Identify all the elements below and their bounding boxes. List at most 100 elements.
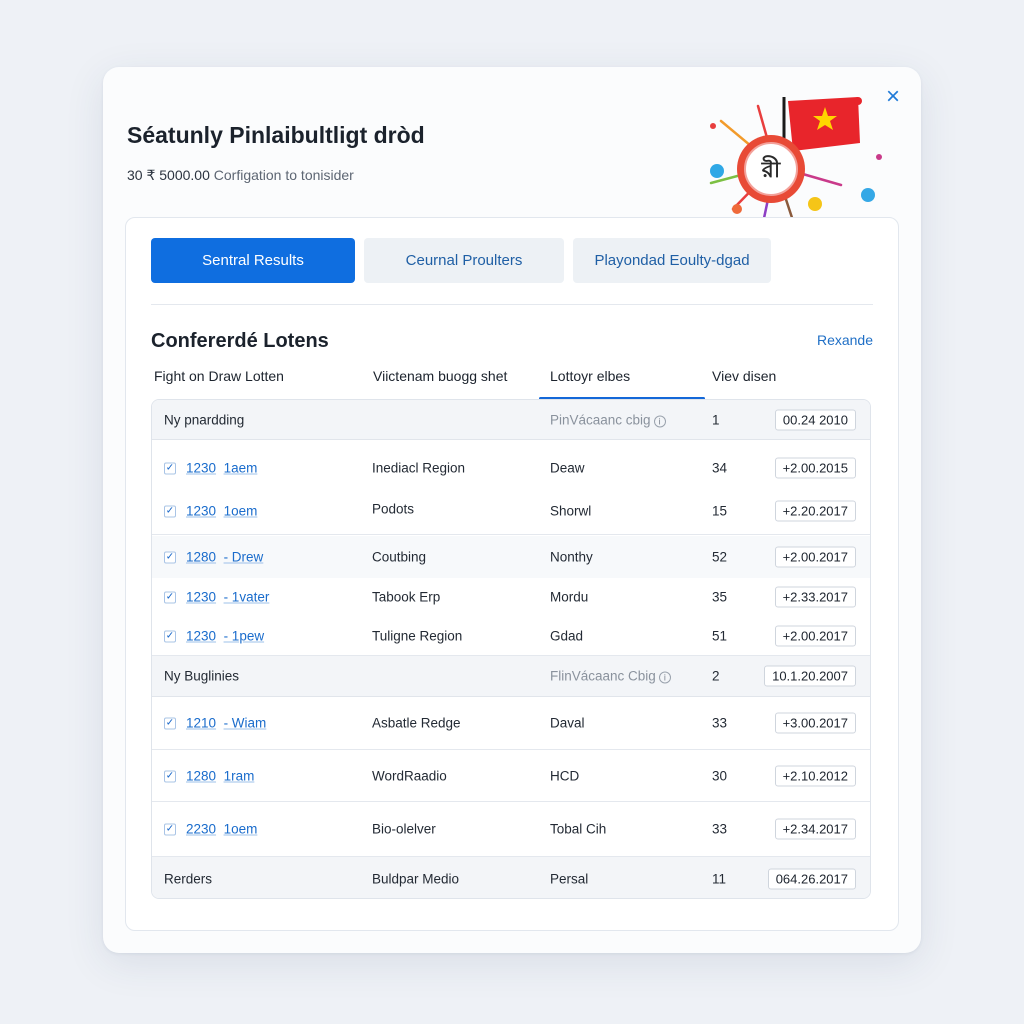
tab-playondad-eoulty[interactable]: Playondad Eoulty-dgad — [573, 238, 771, 283]
column-header[interactable]: Viictenam buogg shet — [373, 368, 507, 384]
row-code-link[interactable]: 1230 — [186, 628, 216, 643]
row-code-link[interactable]: 1230 — [186, 461, 216, 476]
date-field[interactable]: 00.24 2010 — [774, 409, 856, 430]
date-field[interactable]: +3.00.2017 — [774, 712, 856, 734]
row-select: ✓ 1230 - 1vater — [164, 590, 269, 605]
row-name-link[interactable]: - 1pew — [224, 628, 265, 643]
row-type: HCD — [550, 768, 580, 783]
lottery-ball-icon: রী — [737, 135, 805, 203]
date-field[interactable]: +2.33.2017 — [774, 586, 856, 608]
row-type: Nonthy — [550, 549, 593, 565]
tab-ceurnal-proulters[interactable]: Ceurnal Proulters — [364, 238, 564, 283]
date-field[interactable]: 064.26.2017 — [767, 868, 856, 889]
table-row[interactable]: ✓ 2230 1oem Bio-olelver Tobal Cih 33 +2.3… — [152, 802, 870, 857]
table-row[interactable]: ✓ 1230 - 1vater Tabook Erp Mordu 35 +2.33… — [152, 578, 870, 616]
group-status: PinVácaanc cbig i — [550, 412, 666, 427]
column-headers: Fight on Draw Lotten Viictenam buogg she… — [151, 368, 873, 402]
row-region: Bio-olelver — [372, 821, 436, 837]
group-row[interactable]: Ny Buglinies FlinVácaanc Cbig i 2 10.1.20… — [152, 656, 870, 697]
row-code-link[interactable]: 1210 — [186, 716, 216, 731]
dialog-title: Séatunly Pinlaibultligt dròd — [127, 122, 425, 148]
info-icon: i — [658, 671, 671, 684]
row-select: ✓ 2230 1oem — [164, 822, 257, 837]
row-type: Persal — [550, 871, 589, 886]
group-row[interactable]: Ny pnardding PinVácaanc cbig i 1 00.24 20… — [152, 400, 870, 440]
group-name: Ny Buglinies — [164, 668, 240, 684]
row-select: ✓ 1230 1oem — [164, 504, 257, 519]
row-name-link[interactable]: 1oem — [224, 504, 258, 519]
checkbox-checked-icon[interactable]: ✓ — [164, 630, 176, 643]
row-select: ✓ 1280 1ram — [164, 768, 254, 783]
row-count: 33 — [712, 821, 728, 837]
row-region: Buldpar Medio — [372, 871, 460, 886]
group-name: Rerders — [164, 871, 213, 886]
row-region: Inediacl Region — [372, 460, 466, 476]
checkbox-checked-icon[interactable]: ✓ — [164, 591, 176, 604]
table-row[interactable]: ✓ 1280 - Drew Coutbing Nonthy 52 +2.00.20… — [152, 536, 870, 578]
subtitle-text: Corfigation to tonisider — [213, 167, 354, 183]
row-select: ✓ 1210 - Wiam — [164, 716, 266, 731]
row-region: Coutbing — [372, 549, 427, 565]
row-code-link[interactable]: 2230 — [186, 822, 216, 837]
date-field[interactable]: +2.20.2017 — [774, 500, 856, 522]
row-count: 34 — [712, 460, 728, 476]
checkbox-checked-icon[interactable]: ✓ — [164, 717, 176, 730]
row-count: 33 — [712, 715, 728, 731]
tab-sentral-results[interactable]: Sentral Results — [151, 238, 355, 283]
column-header[interactable]: Fight on Draw Lotten — [154, 368, 284, 384]
row-type: Mordu — [550, 589, 589, 605]
row-type: Tobal Cih — [550, 821, 607, 837]
table-row[interactable]: ✓ 1230 1oem Podots Shorwl 15 +2.20.2017 — [152, 488, 870, 535]
ball-label: রী — [761, 155, 781, 183]
checkbox-checked-icon[interactable]: ✓ — [164, 823, 176, 836]
row-count: 2 — [712, 668, 720, 684]
rexande-link[interactable]: Rexande — [817, 332, 873, 348]
date-field[interactable]: +2.00.2017 — [774, 546, 856, 568]
row-name-link[interactable]: - 1vater — [224, 590, 270, 605]
row-name-link[interactable]: 1ram — [224, 768, 255, 783]
row-name-link[interactable]: 1oem — [224, 822, 258, 837]
table-row[interactable]: ✓ 1230 - 1pew Tuligne Region Gdad 51 +2.0… — [152, 616, 870, 656]
row-count: 35 — [712, 589, 728, 605]
row-type: Deaw — [550, 460, 585, 476]
column-header[interactable]: Viev disen — [712, 368, 776, 384]
results-panel: Sentral Results Ceurnal Proulters Playon… — [125, 217, 899, 931]
date-field[interactable]: +2.10.2012 — [774, 765, 856, 786]
row-code-link[interactable]: 1280 — [186, 768, 216, 783]
row-count: 15 — [712, 503, 728, 519]
subtitle-amount: 30 ₹ 5000.00 — [127, 167, 210, 183]
date-field[interactable]: 10.1.20.2007 — [764, 665, 856, 687]
row-region: Tabook Erp — [372, 589, 441, 605]
date-field[interactable]: +2.00.2017 — [774, 625, 856, 646]
row-code-link[interactable]: 1280 — [186, 550, 216, 565]
row-name-link[interactable]: 1aem — [224, 461, 258, 476]
section-title: Confererdé Lotens — [151, 330, 329, 352]
table-row[interactable]: ✓ 1280 1ram WordRaadio HCD 30 +2.10.2012 — [152, 750, 870, 802]
row-name-link[interactable]: - Wiam — [224, 716, 267, 731]
results-table: Ny pnardding PinVácaanc cbig i 1 00.24 20… — [151, 399, 871, 899]
table-row[interactable]: ✓ 1230 1aem Inediacl Region Deaw 34 +2.00… — [152, 448, 870, 488]
row-type: Gdad — [550, 628, 584, 643]
checkbox-checked-icon[interactable]: ✓ — [164, 770, 176, 783]
row-type: Daval — [550, 715, 585, 731]
row-count: 11 — [712, 871, 727, 886]
date-field[interactable]: +2.00.2015 — [774, 457, 856, 479]
row-region: Podots — [372, 501, 415, 517]
group-name: Ny pnardding — [164, 412, 245, 427]
column-header-active[interactable]: Lottoyr elbes — [550, 368, 630, 384]
row-name-link[interactable]: - Drew — [224, 550, 264, 565]
dialog: Séatunly Pinlaibultligt dròd 30 ₹ 5000.0… — [103, 67, 921, 953]
checkbox-checked-icon[interactable]: ✓ — [164, 462, 176, 475]
footer-row[interactable]: Rerders Buldpar Medio Persal 11 064.26.2… — [152, 857, 870, 898]
row-select: ✓ 1280 - Drew — [164, 550, 263, 565]
group-status: FlinVácaanc Cbig i — [550, 669, 671, 684]
row-code-link[interactable]: 1230 — [186, 590, 216, 605]
row-count: 30 — [712, 768, 728, 783]
checkbox-checked-icon[interactable]: ✓ — [164, 505, 176, 518]
table-row[interactable]: ✓ 1210 - Wiam Asbatle Redge Daval 33 +3.0… — [152, 697, 870, 750]
row-select: ✓ 1230 - 1pew — [164, 628, 264, 643]
checkbox-checked-icon[interactable]: ✓ — [164, 551, 176, 564]
row-code-link[interactable]: 1230 — [186, 504, 216, 519]
dialog-subtitle: 30 ₹ 5000.00 Corfigation to tonisider — [127, 167, 354, 184]
date-field[interactable]: +2.34.2017 — [774, 818, 856, 840]
